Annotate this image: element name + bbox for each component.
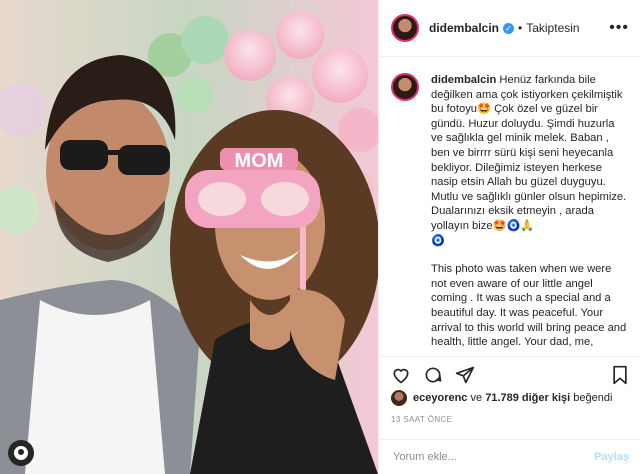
comment-input[interactable] (391, 450, 595, 464)
instagram-post-view: MOM didembalcin ✓ • Takiptesin ••• didem… (0, 0, 640, 474)
caption-text-en: This photo was taken when we were not ev… (431, 263, 627, 349)
post-timestamp[interactable]: 13 SAAT ÖNCE (391, 415, 452, 424)
liker-username[interactable]: eceyorenc (413, 392, 467, 404)
liker-avatar[interactable] (391, 390, 407, 406)
profile-icon[interactable] (8, 440, 34, 466)
caption-username[interactable]: didembalcin (431, 74, 496, 86)
bookmark-icon[interactable] (611, 365, 629, 385)
post-photo[interactable]: MOM (0, 0, 378, 474)
action-bar (379, 356, 640, 392)
caption-comment: didembalcin Henüz farkında bile değilken… (391, 73, 629, 350)
likes-suffix: beğendi (573, 392, 613, 404)
header-username[interactable]: didembalcin (429, 21, 499, 35)
more-options-icon[interactable]: ••• (609, 19, 629, 37)
photo-illustration: MOM (0, 0, 378, 474)
post-header: didembalcin ✓ • Takiptesin ••• (379, 0, 640, 57)
post-side-panel: didembalcin ✓ • Takiptesin ••• didembalc… (378, 0, 640, 474)
post-comment-button[interactable]: Paylaş (594, 451, 629, 463)
likes-count[interactable]: 71.789 diğer kişi (485, 392, 570, 404)
heart-icon[interactable] (391, 365, 411, 385)
caption-text-tr: Henüz farkında bile değilken ama çok ist… (431, 74, 627, 247)
separator-dot: • (518, 21, 523, 35)
likes-line: eceyorenc ve 71.789 diğer kişi beğendi (391, 390, 633, 406)
share-icon[interactable] (455, 365, 475, 385)
add-comment-bar: Paylaş (379, 439, 640, 474)
follow-status-button[interactable]: Takiptesin (526, 21, 579, 35)
verified-icon: ✓ (503, 22, 515, 34)
avatar[interactable] (391, 14, 419, 42)
comment-icon[interactable] (423, 365, 443, 385)
mom-glasses-text: MOM (235, 150, 284, 172)
likes-connector: ve (470, 392, 483, 404)
caption-avatar[interactable] (391, 73, 419, 101)
caption-area: didembalcin Henüz farkında bile değilken… (379, 57, 640, 352)
